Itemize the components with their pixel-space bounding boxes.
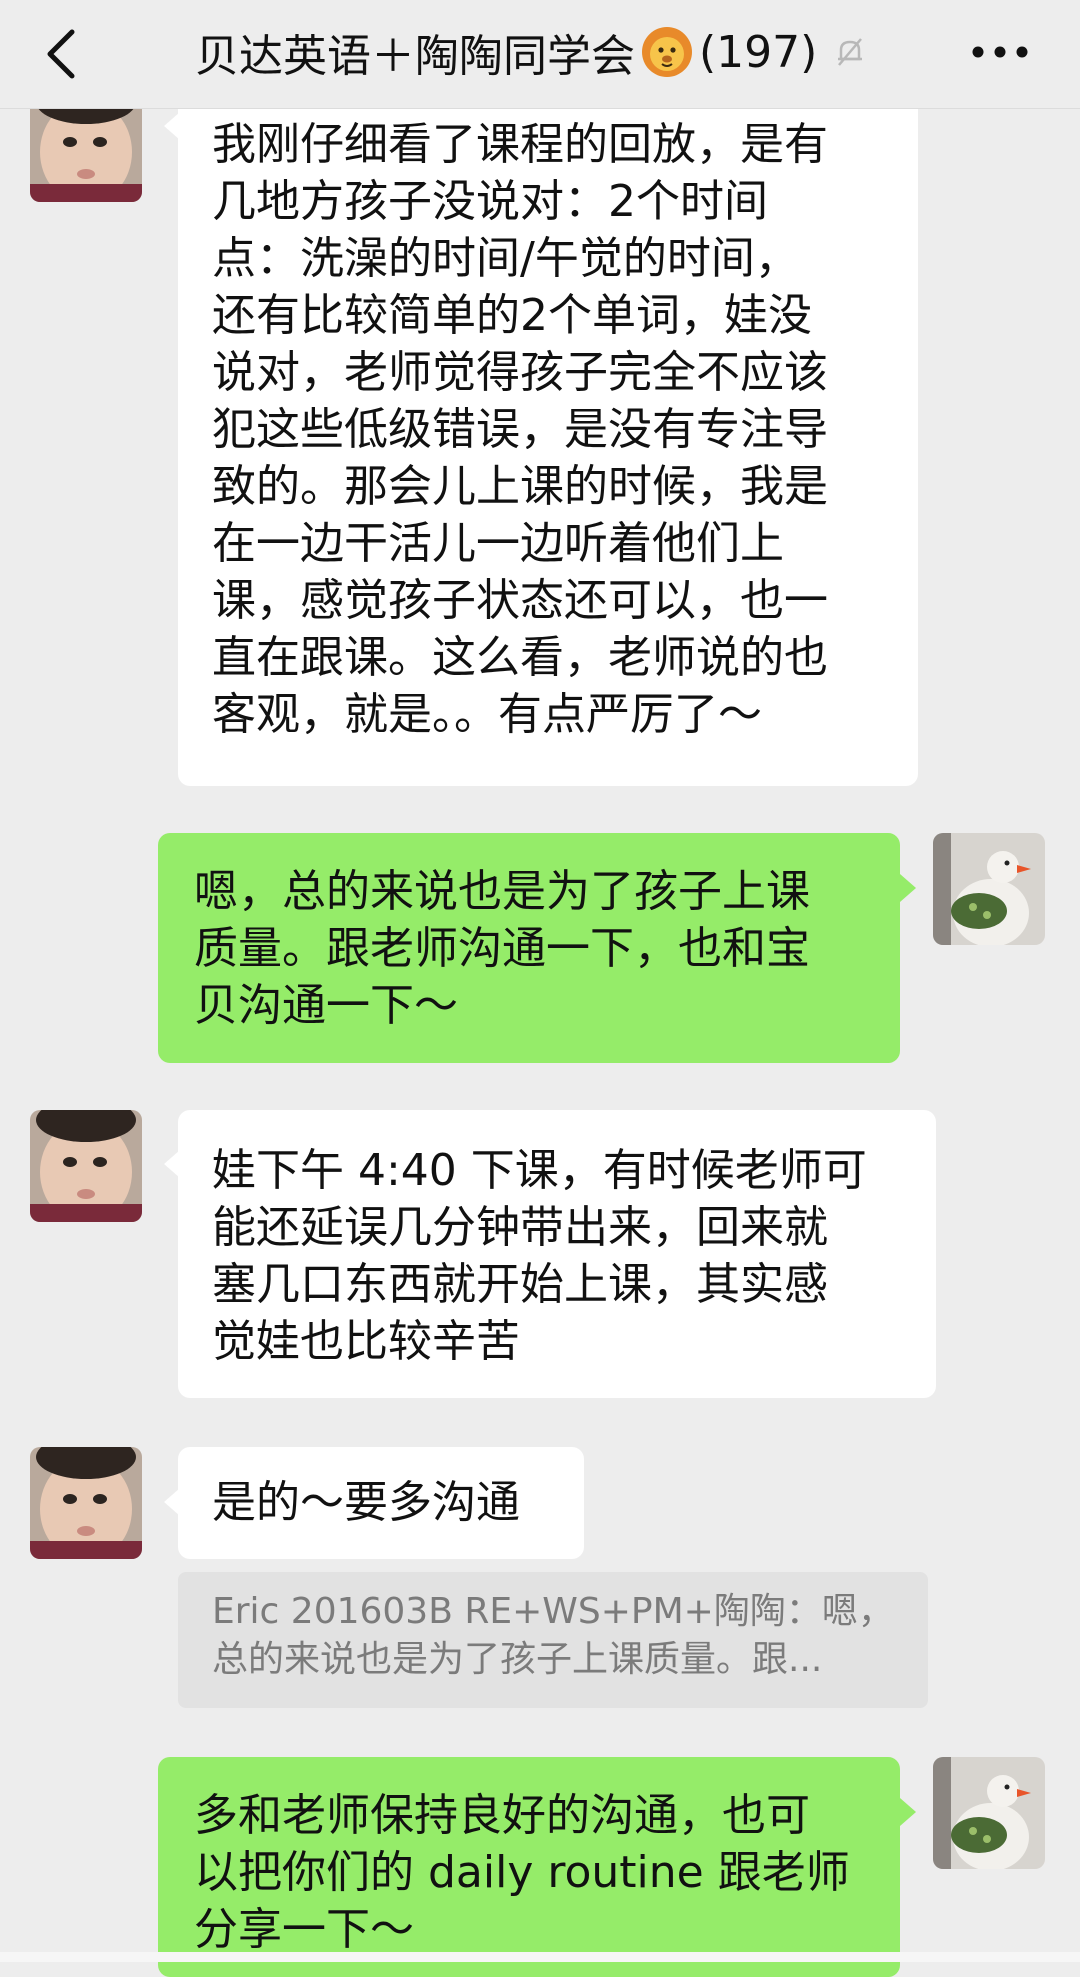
mute-bell-icon xyxy=(838,38,863,66)
message-line: 直在跟课。这么看，老师说的也 xyxy=(212,632,828,683)
back-chevron-icon[interactable] xyxy=(38,26,88,82)
message-line: 几地方孩子没说对：2个时间 xyxy=(212,176,768,227)
message-bubble-outgoing[interactable]: 多和老师保持良好的沟通，也可 以把你们的 daily routine 跟老师 分… xyxy=(158,1757,900,1977)
quoted-message[interactable]: Eric 201603B RE+WS+PM+陶陶：嗯， 总的来说也是为了孩子上课… xyxy=(178,1572,928,1708)
quote-line: Eric 201603B RE+WS+PM+陶陶：嗯， xyxy=(212,1591,894,1632)
message-line: 觉娃也比较辛苦 xyxy=(212,1316,520,1367)
member-count: (197) xyxy=(699,26,818,78)
message-line: 我刚仔细看了课程的回放，是有 xyxy=(212,119,828,170)
sender-avatar[interactable] xyxy=(30,1447,142,1559)
message-line: 多和老师保持良好的沟通，也可 xyxy=(194,1790,810,1841)
my-avatar[interactable] xyxy=(933,833,1045,945)
group-name: 贝达英语＋陶陶同学会 xyxy=(195,31,635,82)
message-line: 嗯，总的来说也是为了孩子上课 xyxy=(194,866,810,917)
message-bubble-incoming[interactable]: 娃下午 4:40 下课，有时候老师可 能还延误几分钟带出来，回来就 塞几口东西就… xyxy=(178,1110,936,1398)
message-line: 说对，老师觉得孩子完全不应该 xyxy=(212,347,828,398)
message-line: 客观，就是。。有点严厉了～ xyxy=(212,689,762,740)
my-avatar[interactable] xyxy=(933,1757,1045,1869)
bottom-edge xyxy=(0,1952,1080,1962)
message-line: 犯这些低级错误，是没有专注导 xyxy=(212,404,828,455)
message-line: 质量。跟老师沟通一下，也和宝 xyxy=(194,923,810,974)
message-line: 致的。那会儿上课的时候，我是 xyxy=(212,461,828,512)
message-line: 能还延误几分钟带出来，回来就 xyxy=(212,1202,828,1253)
lion-emoji-icon xyxy=(642,27,692,77)
message-line: 是的～要多沟通 xyxy=(212,1477,520,1528)
message-bubble-incoming[interactable]: 是的～要多沟通 xyxy=(178,1447,584,1559)
message-bubble-incoming[interactable]: 我刚仔细看了课程的回放，是有 几地方孩子没说对：2个时间 点：洗澡的时间/午觉的… xyxy=(178,92,918,786)
message-line: 点：洗澡的时间/午觉的时间， xyxy=(212,233,799,284)
chat-header: 贝达英语＋陶陶同学会 (197) xyxy=(0,0,1080,109)
message-line: 以把你们的 daily routine 跟老师 xyxy=(194,1847,850,1898)
sender-avatar[interactable] xyxy=(30,1110,142,1222)
message-line: 在一边干活儿一边听着他们上 xyxy=(212,518,784,569)
message-line: 娃下午 4:40 下课，有时候老师可 xyxy=(212,1145,867,1196)
quote-line: 总的来说也是为了孩子上课质量。跟... xyxy=(212,1639,823,1680)
message-bubble-outgoing[interactable]: 嗯，总的来说也是为了孩子上课 质量。跟老师沟通一下，也和宝 贝沟通一下～ xyxy=(158,833,900,1063)
more-dots-icon[interactable] xyxy=(970,40,1030,64)
chat-title: 贝达英语＋陶陶同学会 (197) xyxy=(195,22,867,82)
message-line: 分享一下～ xyxy=(194,1904,414,1955)
message-line: 课，感觉孩子状态还可以，也一 xyxy=(212,575,828,626)
message-line: 塞几口东西就开始上课，其实感 xyxy=(212,1259,828,1310)
message-line: 贝沟通一下～ xyxy=(194,980,458,1031)
message-line: 还有比较简单的2个单词，娃没 xyxy=(212,290,812,341)
